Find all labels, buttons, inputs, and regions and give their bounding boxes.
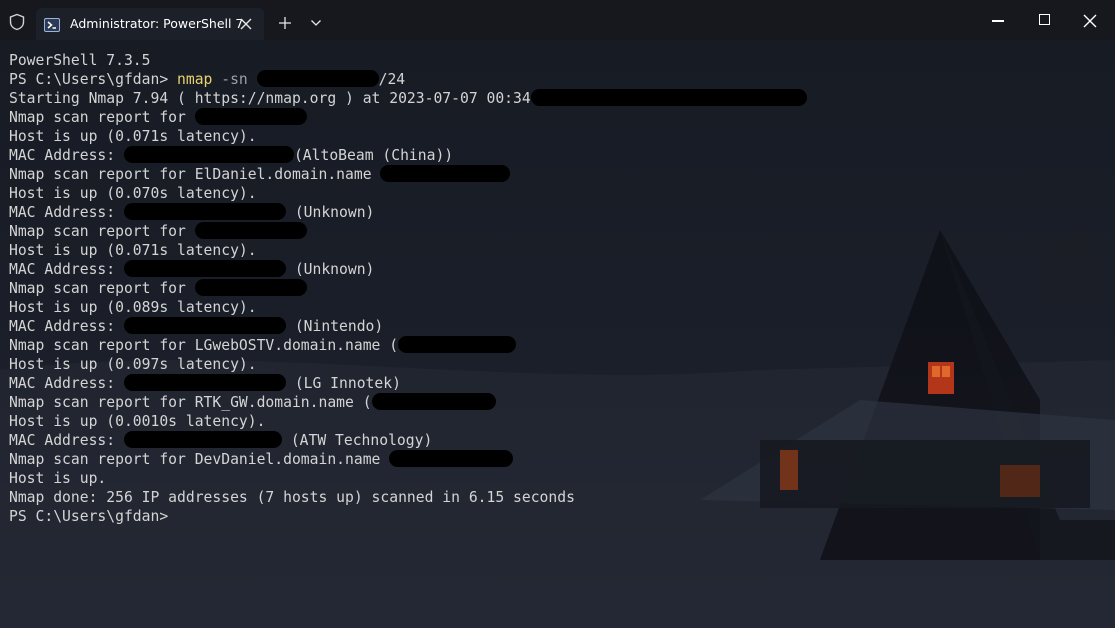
redacted-ip xyxy=(194,279,307,296)
terminal-line: MAC Address: (Unknown) xyxy=(9,260,375,278)
redacted-ip xyxy=(194,222,307,239)
terminal-line: Host is up (0.071s latency). xyxy=(9,128,257,145)
terminal-line: MAC Address: (Unknown) xyxy=(9,203,375,221)
terminal-line: Host is up. xyxy=(9,470,107,487)
prompt: PS C:\Users\gfdan> xyxy=(9,71,169,88)
terminal-line: PowerShell 7.3.5 xyxy=(9,52,151,69)
maximize-button[interactable] xyxy=(1039,14,1050,25)
close-tab-icon[interactable] xyxy=(240,18,252,30)
terminal-line: MAC Address: (ATW Technology) xyxy=(9,431,433,449)
redacted-ip xyxy=(194,108,307,125)
command-flag: -sn xyxy=(221,71,248,88)
terminal-line: Nmap scan report for ElDaniel.domain.nam… xyxy=(9,165,1099,184)
terminal-line: Nmap scan report for LGwebOSTV.domain.na… xyxy=(9,336,1099,355)
terminal-window: Administrator: PowerShell 7 PowerShell 7… xyxy=(0,0,1115,628)
prompt-line[interactable]: PS C:\Users\gfdan> xyxy=(9,507,1099,526)
terminal-line: Host is up (0.071s latency). xyxy=(9,242,257,259)
redacted-mac xyxy=(123,146,294,163)
redacted-mac xyxy=(123,260,286,277)
new-tab-icon[interactable] xyxy=(278,16,292,30)
command-line: PS C:\Users\gfdan> nmap -sn /24 xyxy=(9,70,1099,89)
terminal-line: MAC Address: (LG Innotek) xyxy=(9,374,401,392)
redacted-ip xyxy=(389,450,514,467)
terminal-line: Nmap scan report for xyxy=(9,279,1099,298)
close-window-button[interactable] xyxy=(1083,14,1097,28)
tab-title: Administrator: PowerShell 7 xyxy=(70,16,244,31)
tab-powershell[interactable]: Administrator: PowerShell 7 xyxy=(36,8,264,40)
terminal-line: Starting Nmap 7.94 ( https://nmap.org ) … xyxy=(9,89,1099,108)
command-name: nmap xyxy=(177,71,213,88)
terminal-line: Nmap scan report for xyxy=(9,108,1099,127)
terminal-pane[interactable]: PowerShell 7.3.5 PS C:\Users\gfdan> nmap… xyxy=(0,40,1115,628)
minimize-button[interactable] xyxy=(992,20,1004,22)
terminal-line: Nmap scan report for DevDaniel.domain.na… xyxy=(9,450,1099,469)
terminal-line: Nmap done: 256 IP addresses (7 hosts up)… xyxy=(9,489,575,506)
redacted-mac xyxy=(123,203,286,220)
redacted-ip xyxy=(380,165,511,182)
terminal-line: MAC Address: (AltoBeam (China)) xyxy=(9,146,454,164)
terminal-line: Host is up (0.089s latency). xyxy=(9,299,257,316)
terminal-line: Host is up (0.070s latency). xyxy=(9,185,257,202)
terminal-line: Nmap scan report for xyxy=(9,222,1099,241)
redacted-mac xyxy=(123,431,282,448)
chevron-down-icon[interactable] xyxy=(310,18,322,28)
terminal-output: PowerShell 7.3.5 PS C:\Users\gfdan> nmap… xyxy=(9,51,1099,526)
redacted-ip xyxy=(256,70,379,87)
terminal-line: Host is up (0.0010s latency). xyxy=(9,413,266,430)
shield-icon xyxy=(9,13,25,31)
redacted-ip xyxy=(371,393,496,410)
redacted-text xyxy=(530,89,807,106)
subnet-suffix: /24 xyxy=(378,71,406,88)
redacted-mac xyxy=(123,374,286,391)
powershell-icon xyxy=(44,18,60,32)
redacted-ip xyxy=(398,336,517,353)
terminal-line: Host is up (0.097s latency). xyxy=(9,356,257,373)
terminal-line: Nmap scan report for RTK_GW.domain.name … xyxy=(9,393,1099,412)
redacted-mac xyxy=(123,317,286,334)
terminal-line: MAC Address: (Nintendo) xyxy=(9,317,384,335)
title-bar: Administrator: PowerShell 7 xyxy=(0,0,1115,40)
